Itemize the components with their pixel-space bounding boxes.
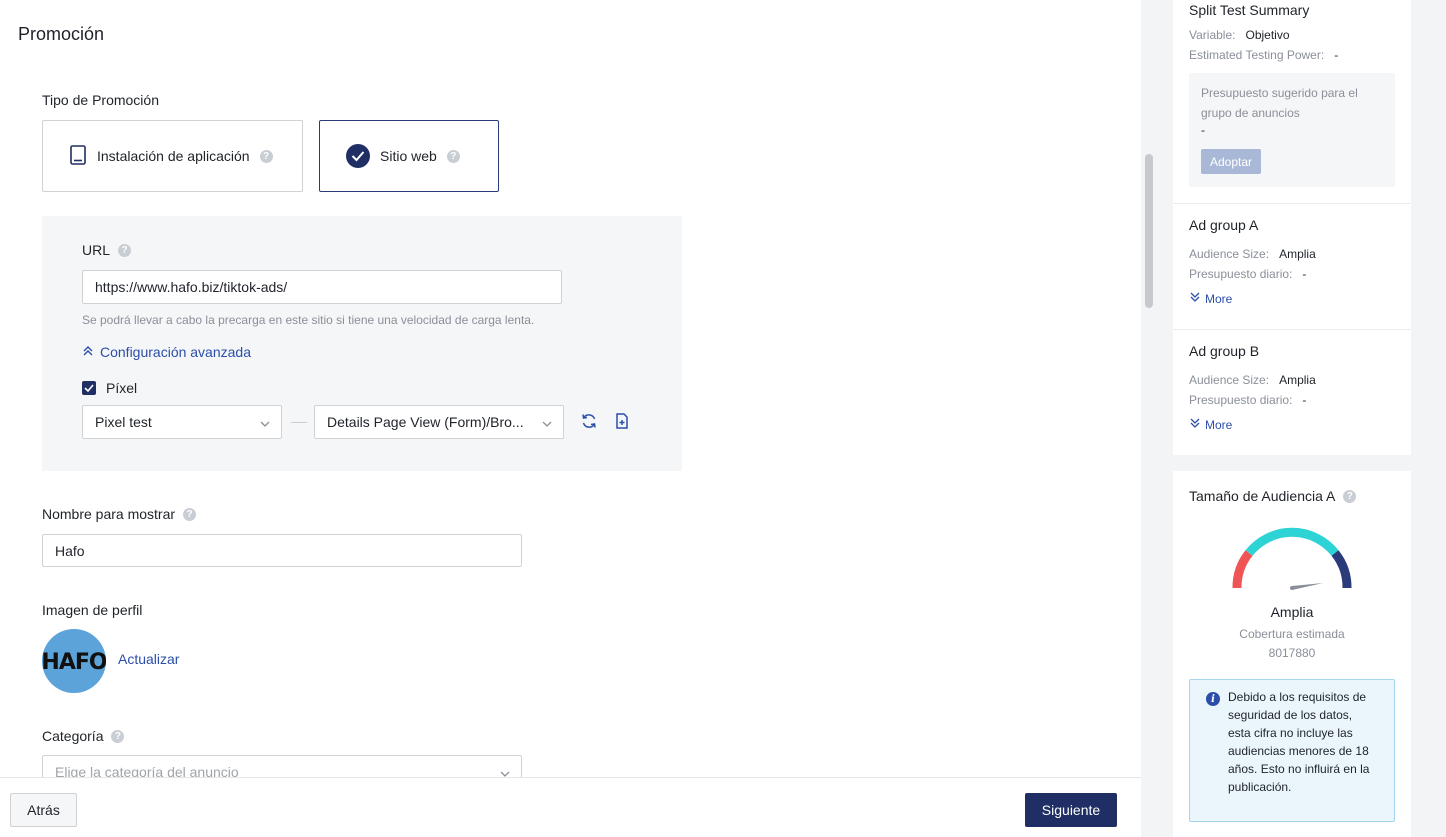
category-label: Categoría ? [42,728,125,744]
pixel-checkbox-row[interactable]: Píxel [82,380,137,396]
audience-size-card: Tamaño de Audiencia A ? Amplia Cobertura… [1173,471,1411,837]
split-test-summary-card: Split Test Summary Variable: Objetivo Es… [1173,0,1411,455]
svg-text:HAFO: HAFO [42,650,106,675]
display-name-label: Nombre para mostrar ? [42,506,197,522]
ad-group-a-audience-row: Audience Size: Amplia [1189,247,1316,261]
info-icon: i [1206,692,1220,706]
ad-group-b-more-link[interactable]: More [1189,417,1232,432]
ad-group-b-budget-row: Presupuesto diario: - [1189,393,1307,407]
scrollbar[interactable] [1141,0,1157,837]
advanced-config-toggle[interactable]: Configuración avanzada [82,344,251,360]
section-title: Promoción [18,24,105,44]
help-icon[interactable]: ? [111,729,125,743]
pixel-select[interactable]: Pixel test [82,405,282,439]
gauge-segment-red [1232,550,1253,589]
avatar: HAFO [42,629,106,693]
update-avatar-link[interactable]: Actualizar [118,651,179,667]
ad-group-b-title: Ad group B [1189,343,1260,359]
event-select[interactable]: Details Page View (Form)/Bro... [314,405,564,439]
profile-image-label: Imagen de perfil [42,602,143,618]
promo-option-label: Instalación de aplicación [97,148,250,164]
audience-size-title: Tamaño de Audiencia A ? [1189,488,1357,504]
help-icon[interactable]: ? [118,243,132,257]
promo-option-website[interactable]: Sitio web ? [319,120,499,192]
promo-option-label: Sitio web [380,148,437,164]
footer-bar: Atrás Siguiente [0,777,1141,837]
help-icon[interactable]: ? [1343,489,1357,503]
back-button[interactable]: Atrás [10,793,77,827]
pixel-label: Píxel [106,380,138,396]
help-icon[interactable]: ? [259,149,273,163]
gauge-segment-teal [1245,527,1339,556]
chevron-down-icon [259,417,271,433]
gauge-needle [1290,583,1323,590]
summary-title: Split Test Summary [1189,2,1310,18]
info-text: Debido a los requisitos de seguridad de … [1228,690,1370,794]
adopt-button[interactable]: Adoptar [1201,149,1261,174]
chevron-down-icon [541,417,553,433]
refresh-icon[interactable] [580,412,598,430]
separator-dash [291,422,307,423]
url-input[interactable]: https://www.hafo.biz/tiktok-ads/ [82,270,562,304]
ad-group-a-more-link[interactable]: More [1189,291,1232,306]
info-box: i Debido a los requisitos de seguridad d… [1189,679,1395,822]
coverage-label: Cobertura estimada [1239,627,1345,641]
check-circle-icon [346,144,370,168]
url-settings-panel: URL ? https://www.hafo.biz/tiktok-ads/ S… [42,216,682,471]
hafo-logo-icon: HAFO [42,650,106,675]
audience-gauge [1232,527,1352,590]
double-chevron-up-icon [82,344,94,360]
ad-group-b-audience-row: Audience Size: Amplia [1189,373,1316,387]
gauge-segment-navy [1331,550,1352,589]
promo-type-label: Tipo de Promoción [42,92,159,108]
promo-option-app-install[interactable]: Instalación de aplicación ? [42,120,303,192]
testing-power-row: Estimated Testing Power: - [1189,48,1339,62]
audience-level: Amplia [1270,604,1314,620]
tablet-icon [69,144,87,168]
double-chevron-down-icon [1189,417,1201,432]
divider [1173,329,1411,330]
ad-group-a-budget-row: Presupuesto diario: - [1189,267,1307,281]
coverage-value: 8017880 [1268,646,1316,660]
suggested-budget-value: - [1201,123,1205,137]
variable-row: Variable: Objetivo [1189,28,1290,42]
url-label: URL ? [82,242,132,258]
double-chevron-down-icon [1189,291,1201,306]
next-button[interactable]: Siguiente [1025,793,1117,827]
suggested-budget-box: Presupuesto sugerido para el grupo de an… [1189,73,1395,187]
pixel-checkbox[interactable] [82,381,96,395]
ad-group-a-title: Ad group A [1189,217,1259,233]
display-name-input[interactable]: Hafo [42,534,522,567]
divider [1173,203,1411,204]
help-icon[interactable]: ? [446,149,460,163]
new-document-icon[interactable] [613,412,631,430]
scrollbar-thumb[interactable] [1145,154,1153,308]
suggested-budget-text: Presupuesto sugerido para el grupo de an… [1201,86,1358,120]
main-panel: Promoción Tipo de Promoción Instalación … [0,0,1141,837]
help-icon[interactable]: ? [183,507,197,521]
url-hint: Se podrá llevar a cabo la precarga en es… [82,313,535,327]
